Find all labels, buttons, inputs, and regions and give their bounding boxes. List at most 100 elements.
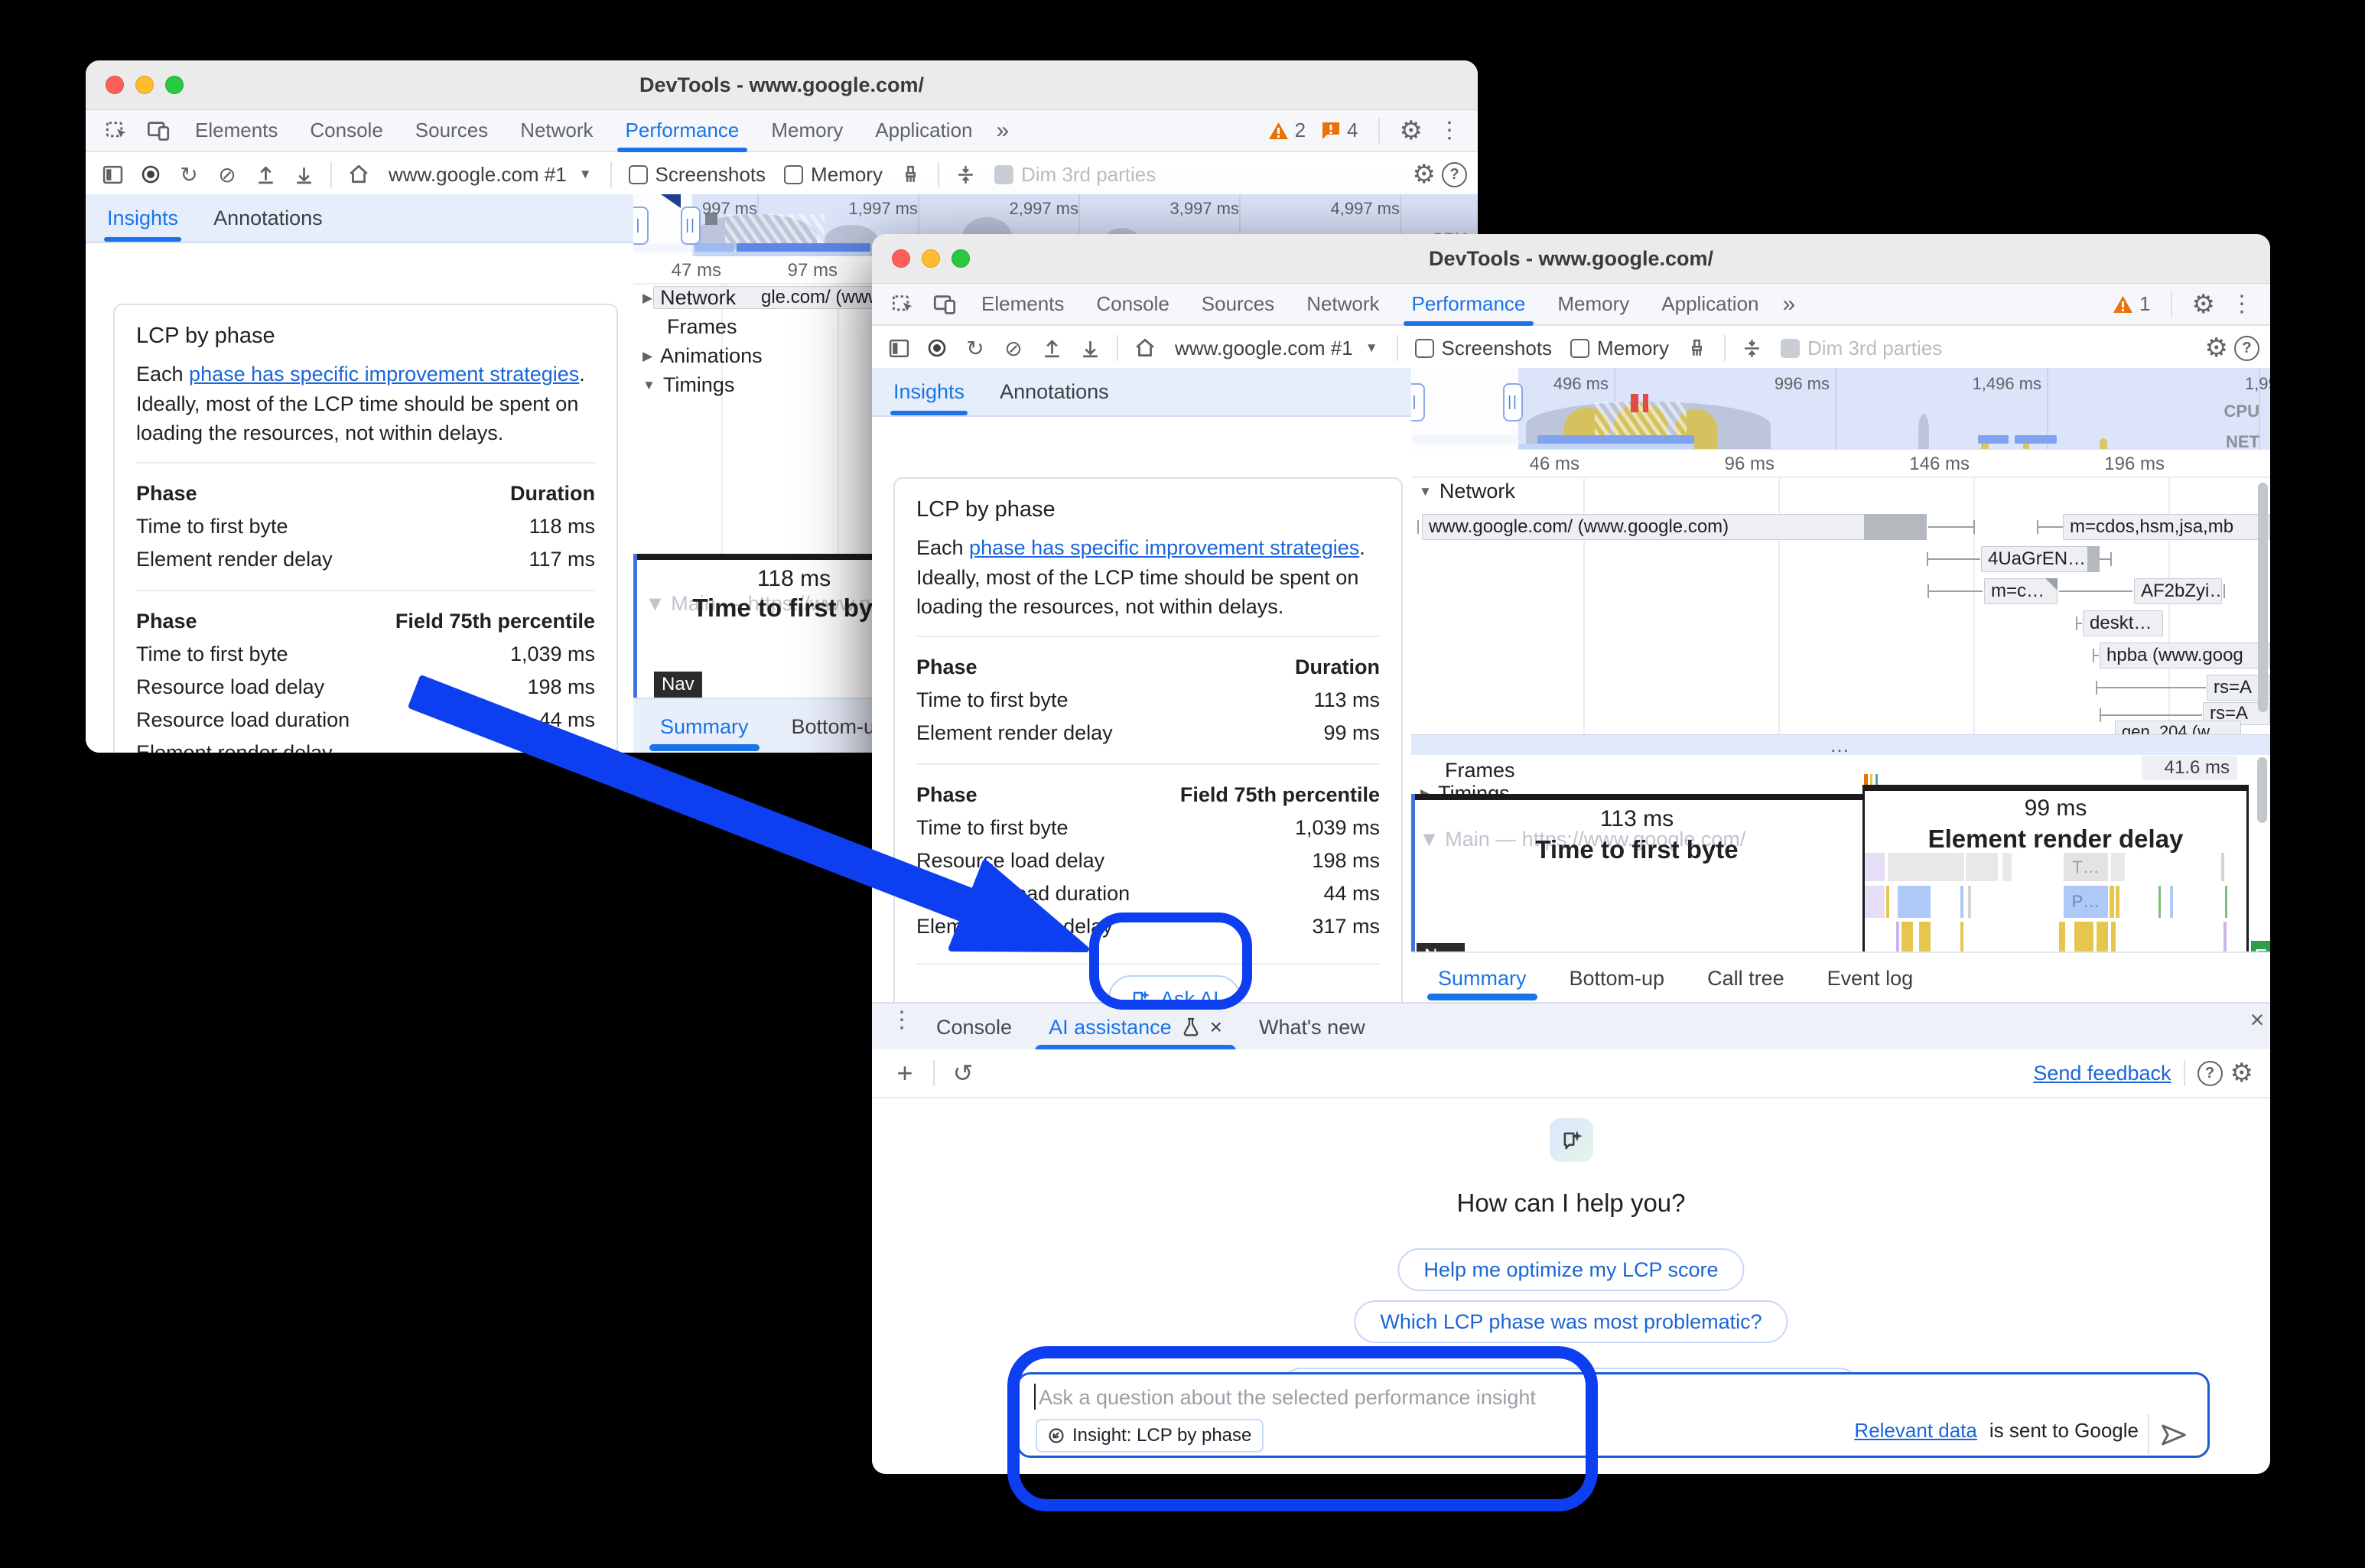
tab-elements[interactable]: Elements	[179, 110, 294, 151]
subtab-annotations[interactable]: Annotations	[213, 194, 323, 242]
record-icon[interactable]	[921, 332, 953, 364]
tab-memory[interactable]: Memory	[1541, 284, 1645, 324]
flame-segment[interactable]	[2225, 886, 2227, 918]
more-tabs-icon[interactable]: »	[989, 110, 1017, 151]
flame-segment[interactable]	[1968, 886, 1971, 918]
dim-third-parties-checkbox[interactable]: Dim 3rd parties	[988, 163, 1162, 187]
network-request-bar[interactable]: hpba (www.goog	[2100, 642, 2270, 669]
lcp-by-phase-card[interactable]: LCP by phase Each phase has specific imp…	[893, 477, 1403, 1043]
window-titlebar[interactable]: DevTools - www.google.com/	[872, 234, 2270, 284]
network-request-bar[interactable]: www.google.com/ (www.google.com)	[1422, 514, 1927, 540]
drawer-tab-whats-new[interactable]: What's new	[1241, 1004, 1384, 1051]
zoom-window-button[interactable]	[165, 76, 184, 94]
tab-memory[interactable]: Memory	[755, 110, 859, 151]
network-request-bar[interactable]: m=c…	[1984, 578, 2058, 604]
collapse-rows-icon[interactable]	[950, 158, 982, 190]
history-select[interactable]: www.google.com #1 ▼	[381, 163, 600, 187]
new-chat-icon[interactable]: +	[889, 1057, 921, 1089]
flame-segment[interactable]	[1888, 853, 1964, 881]
record-icon[interactable]	[135, 158, 167, 190]
save-profile-icon[interactable]	[288, 158, 320, 190]
flame-segment[interactable]	[2074, 922, 2093, 952]
inspect-icon[interactable]	[96, 110, 138, 151]
clear-icon[interactable]: ⊘	[211, 158, 243, 190]
close-window-button[interactable]	[106, 76, 124, 94]
window-controls[interactable]	[892, 249, 970, 268]
selection-handle-right[interactable]: ||	[1503, 383, 1523, 421]
help-icon[interactable]: ?	[2234, 336, 2259, 361]
gc-brush-icon[interactable]	[1681, 332, 1713, 364]
track-network[interactable]: ▼Network	[1419, 480, 1515, 503]
track-network[interactable]: ▶Network	[642, 286, 736, 310]
save-profile-icon[interactable]	[1074, 332, 1106, 364]
reload-record-icon[interactable]: ↻	[173, 158, 205, 190]
memory-checkbox[interactable]: Memory	[1564, 337, 1675, 360]
help-icon[interactable]: ?	[2197, 1061, 2223, 1086]
settings-gear-icon[interactable]: ⚙	[1413, 159, 1436, 190]
home-icon[interactable]	[343, 158, 375, 190]
load-profile-icon[interactable]	[249, 158, 281, 190]
screenshots-checkbox[interactable]: Screenshots	[1409, 337, 1559, 360]
scrollbar-thumb[interactable]	[2258, 483, 2268, 712]
flame-segment[interactable]	[1901, 922, 1913, 952]
network-request-bar[interactable]: 4UaGrEN…	[1981, 546, 2100, 572]
memory-checkbox[interactable]: Memory	[778, 163, 889, 187]
toggle-panel-icon[interactable]	[883, 332, 915, 364]
flame-segment[interactable]	[2116, 886, 2119, 918]
flame-segment[interactable]	[2223, 922, 2227, 952]
inspect-icon[interactable]	[883, 284, 924, 324]
tab-summary[interactable]: Summary	[1438, 953, 1527, 1002]
tab-network[interactable]: Network	[1290, 284, 1395, 324]
flame-segment[interactable]	[1896, 922, 1899, 952]
drawer-tab-console[interactable]: Console	[918, 1004, 1030, 1051]
tab-application[interactable]: Application	[1645, 284, 1775, 324]
flame-segment[interactable]	[2097, 922, 2108, 952]
send-feedback-link[interactable]: Send feedback	[2033, 1062, 2171, 1085]
minimize-window-button[interactable]	[135, 76, 154, 94]
minimize-window-button[interactable]	[922, 249, 940, 268]
collapse-arrow-icon[interactable]: ▼	[642, 378, 655, 393]
tab-call-tree[interactable]: Call tree	[1707, 953, 1784, 1002]
flame-segment-task[interactable]: T…	[2064, 853, 2108, 881]
screenshots-checkbox[interactable]: Screenshots	[623, 163, 773, 187]
window-controls[interactable]	[106, 76, 184, 94]
flame-segment[interactable]	[1865, 886, 1885, 918]
tab-performance[interactable]: Performance	[610, 110, 756, 151]
drawer-tab-ai-assistance[interactable]: AI assistance ×	[1030, 1004, 1241, 1051]
tab-performance[interactable]: Performance	[1396, 284, 1542, 324]
lcp-by-phase-card[interactable]: LCP by phase Each phase has specific imp…	[113, 304, 618, 753]
network-request-bar[interactable]: deskt…	[2083, 610, 2163, 636]
flame-segment[interactable]	[2221, 853, 2224, 881]
close-tab-icon[interactable]: ×	[1210, 1015, 1222, 1039]
network-request-bar[interactable]: m=cdos,hsm,jsa,mb	[2063, 514, 2270, 540]
tab-bottom-up[interactable]: Bottom-up	[1570, 953, 1665, 1002]
issues-badge[interactable]: 4	[1321, 119, 1358, 142]
tab-sources[interactable]: Sources	[1186, 284, 1290, 324]
tab-console[interactable]: Console	[294, 110, 399, 151]
flame-segment[interactable]	[1960, 922, 1963, 952]
history-select[interactable]: www.google.com #1 ▼	[1167, 337, 1386, 360]
flame-segment[interactable]	[2002, 853, 2012, 881]
device-toolbar-icon[interactable]	[924, 284, 965, 324]
tab-application[interactable]: Application	[859, 110, 988, 151]
flame-segment[interactable]	[2158, 886, 2161, 918]
flame-segment[interactable]	[2111, 853, 2125, 881]
flame-segment[interactable]	[1960, 886, 1963, 918]
zoom-window-button[interactable]	[952, 249, 970, 268]
flame-segment[interactable]	[2170, 886, 2173, 918]
warnings-badge[interactable]: 1	[2113, 292, 2150, 316]
more-options-icon[interactable]: ⋮	[1438, 117, 1461, 144]
settings-gear-icon[interactable]: ⚙	[1400, 115, 1423, 146]
overview-selection[interactable]	[1411, 368, 1518, 450]
tab-network[interactable]: Network	[504, 110, 609, 151]
subtab-annotations[interactable]: Annotations	[1000, 368, 1109, 415]
more-tabs-icon[interactable]: »	[1775, 284, 1804, 324]
device-toolbar-icon[interactable]	[138, 110, 179, 151]
expand-arrow-icon[interactable]: ▶	[642, 349, 652, 364]
clear-icon[interactable]: ⊘	[997, 332, 1030, 364]
track-timings[interactable]: ▼Timings	[642, 373, 734, 397]
track-frames[interactable]: Frames	[667, 315, 737, 339]
settings-gear-icon[interactable]: ⚙	[2230, 1058, 2253, 1088]
drawer-menu-icon[interactable]: ⋮	[886, 1004, 918, 1036]
send-icon[interactable]	[2160, 1422, 2188, 1448]
